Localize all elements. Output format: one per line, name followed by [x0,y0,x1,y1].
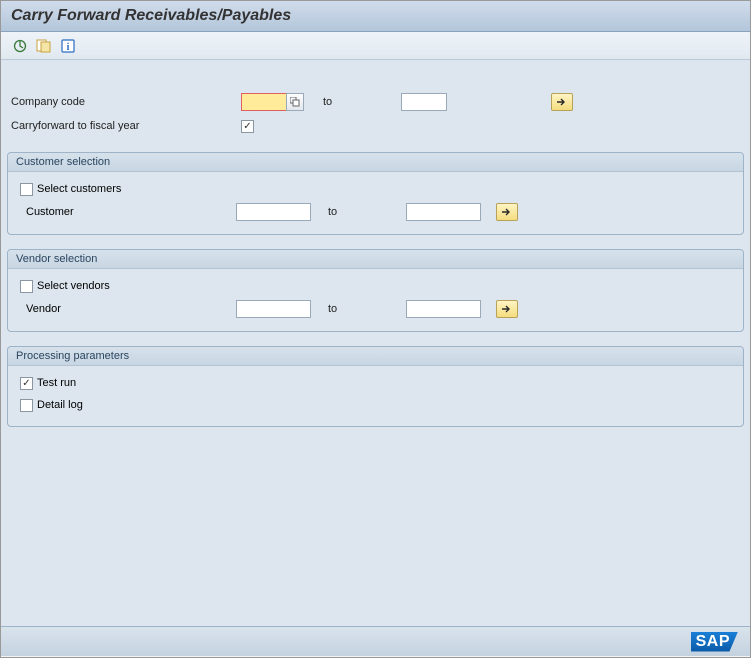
toolbar: i [1,32,750,60]
vendor-selection-group: Vendor selection Select vendors Vendor t… [7,249,744,332]
customer-to-label: to [326,206,406,218]
customer-selection-group: Customer selection Select customers Cust… [7,152,744,235]
detail-log-checkbox[interactable] [20,399,33,412]
customer-field-label: Customer [20,206,236,218]
company-code-multi-button[interactable] [551,93,573,111]
vendor-field-label: Vendor [20,303,236,315]
select-customers-checkbox[interactable] [20,183,33,196]
footer-bar: SAP [1,626,750,656]
select-vendors-label: Select vendors [37,280,110,292]
sap-logo: SAP [691,632,738,652]
fiscal-year-label: Carryforward to fiscal year [11,120,241,132]
customer-multi-button[interactable] [496,203,518,221]
company-code-f4-button[interactable] [286,93,304,111]
company-code-to-label: to [321,96,401,108]
svg-text:i: i [67,42,70,53]
page-title: Carry Forward Receivables/Payables [1,1,750,32]
test-run-checkbox[interactable]: ✓ [20,377,33,390]
select-customers-label: Select customers [37,183,121,195]
vendor-selection-title: Vendor selection [8,250,743,269]
company-code-to-input[interactable] [401,93,447,111]
vendor-to-input[interactable] [406,300,481,318]
vendor-multi-button[interactable] [496,300,518,318]
vendor-to-label: to [326,303,406,315]
fiscal-year-checkbox[interactable]: ✓ [241,120,254,133]
processing-parameters-title: Processing parameters [8,347,743,366]
info-icon[interactable]: i [59,37,77,55]
company-code-label: Company code [11,96,241,108]
detail-log-label: Detail log [37,399,83,411]
customer-selection-title: Customer selection [8,153,743,172]
content-area: Company code to Carryforward to fiscal y… [1,60,750,656]
customer-from-input[interactable] [236,203,311,221]
variant-icon[interactable] [35,37,53,55]
execute-icon[interactable] [11,37,29,55]
select-vendors-checkbox[interactable] [20,280,33,293]
processing-parameters-group: Processing parameters ✓ Test run Detail … [7,346,744,427]
test-run-label: Test run [37,377,76,389]
customer-to-input[interactable] [406,203,481,221]
vendor-from-input[interactable] [236,300,311,318]
company-code-from-input[interactable] [241,93,287,111]
